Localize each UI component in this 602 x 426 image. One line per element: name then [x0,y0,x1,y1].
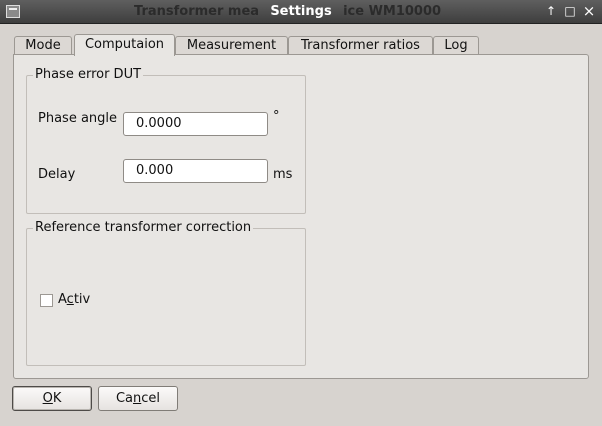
delay-input[interactable]: 0.000 [123,159,268,183]
ok-mnemonic: O [42,391,53,406]
tab-transformer-ratios[interactable]: Transformer ratios [288,36,433,55]
phase-error-group: Phase error DUT [26,67,306,214]
activ-label-mnemonic: c [66,292,74,307]
activ-checkbox-label[interactable]: Activ [58,292,90,307]
cancel-label-part: Ca [115,391,134,406]
phase-angle-label: Phase angle [38,111,118,126]
ok-label-part: K [52,391,62,406]
phase-angle-unit: ° [273,109,280,124]
ok-button[interactable]: OK [12,386,92,411]
close-icon[interactable]: × [581,3,597,19]
activ-checkbox[interactable] [40,294,53,307]
window-title: Settings [270,4,332,19]
tab-panel-computaion: Phase error DUT Phase angle 0.0000 ° Del… [13,54,589,379]
keep-above-icon[interactable]: ↑ [543,3,559,19]
tab-measurement[interactable]: Measurement [175,36,288,55]
cancel-label-part: cel [141,391,161,406]
reference-correction-group-title: Reference transformer correction [33,220,254,235]
delay-unit: ms [273,167,293,182]
phase-error-group-title: Phase error DUT [33,67,144,82]
maximize-icon[interactable]: □ [562,3,578,19]
delay-label: Delay [38,167,76,182]
activ-label-part: tiv [73,292,91,307]
tab-log[interactable]: Log [433,36,479,55]
title-bar[interactable]: Transformer mea ice WM10000 Settings ↑ □ … [0,0,602,24]
phase-angle-input[interactable]: 0.0000 [123,112,268,136]
tab-computaion[interactable]: Computaion [74,34,175,56]
activ-label-part: A [58,292,67,307]
cancel-button[interactable]: Cancel [98,386,178,411]
tab-mode[interactable]: Mode [14,36,72,55]
